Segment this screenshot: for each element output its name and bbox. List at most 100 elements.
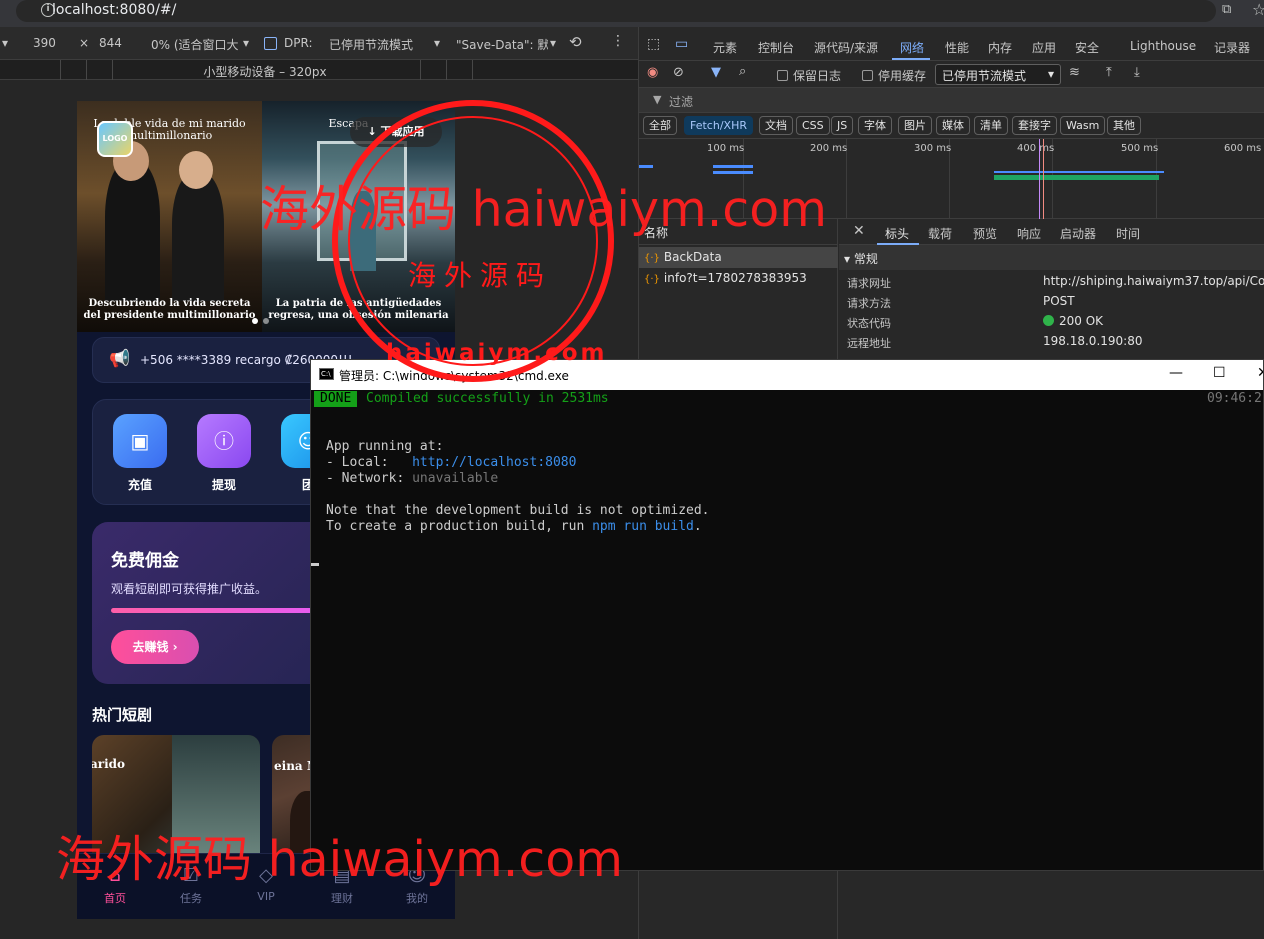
throttle-select[interactable]: 已停用节流模式 ▾ xyxy=(935,64,1061,85)
header-key: 远程地址 xyxy=(847,337,891,350)
browser-address-bar: i localhost:8080/#/ ⧉ ☆ xyxy=(0,0,1264,27)
more-options-icon[interactable]: ⋮ xyxy=(611,33,625,49)
recharge-label: 充值 xyxy=(127,478,152,492)
dpr-label[interactable]: DPR: xyxy=(284,36,313,50)
request-row[interactable]: {·} info?t=1780278383953 xyxy=(639,268,838,289)
filter-icon[interactable]: ▼ xyxy=(711,65,721,80)
header-key: 请求网址 xyxy=(847,277,891,290)
export-icon[interactable]: ⤓ xyxy=(1134,65,1140,80)
close-icon[interactable]: ✕ xyxy=(853,223,865,239)
tab-initiator[interactable]: 启动器 xyxy=(1060,225,1096,242)
type-filter-other[interactable]: 其他 xyxy=(1107,116,1141,135)
throttle-dropdown-icon: ▾ xyxy=(434,36,441,50)
devtools-tab-bar: ⬚ ▭ 元素 控制台 源代码/来源 网络 性能 内存 应用 安全 Lightho… xyxy=(639,27,1264,61)
type-filter-font[interactable]: 字体 xyxy=(858,116,892,135)
type-filter-media[interactable]: 媒体 xyxy=(936,116,970,135)
tab-label: 理财 xyxy=(331,892,353,905)
preserve-log-checkbox[interactable]: 保留日志 xyxy=(777,67,841,84)
type-filter-manifest[interactable]: 清单 xyxy=(974,116,1008,135)
tab-elements[interactable]: 元素 xyxy=(713,39,737,56)
tab-headers[interactable]: 标头 xyxy=(885,225,909,242)
import-icon[interactable]: ⤒ xyxy=(1106,65,1112,80)
detail-tab-bar: ✕ 标头 载荷 预览 响应 启动器 时间 xyxy=(839,219,1264,245)
save-data-dropdown-icon: ▾ xyxy=(550,36,557,50)
zoom-select[interactable]: 0% (适合窗口大 xyxy=(151,36,244,53)
type-filter-css[interactable]: CSS xyxy=(796,116,830,135)
timeline-label: 500 ms xyxy=(1121,143,1159,154)
tab-lighthouse[interactable]: Lighthouse xyxy=(1130,39,1196,53)
save-data-select[interactable]: "Save-Data": 默 xyxy=(456,36,548,53)
preserve-log-label: 保留日志 xyxy=(793,69,842,83)
recharge-button[interactable]: ▣ xyxy=(113,414,167,468)
tab-memory[interactable]: 内存 xyxy=(988,39,1012,56)
figure-woman-face xyxy=(179,151,213,189)
tab-network[interactable]: 网络 xyxy=(900,39,924,56)
tab-console[interactable]: 控制台 xyxy=(758,39,794,56)
width-field[interactable]: 390 xyxy=(33,36,56,50)
request-row[interactable]: {·} BackData xyxy=(639,247,838,268)
type-filter-socket[interactable]: 套接字 xyxy=(1012,116,1057,135)
tab-performance[interactable]: 性能 xyxy=(945,39,969,56)
tab-security[interactable]: 安全 xyxy=(1075,39,1099,56)
close-button[interactable]: ✕ xyxy=(1257,365,1263,381)
timeline-bar xyxy=(713,165,753,168)
inspect-icon[interactable]: ⬚ xyxy=(647,36,660,52)
promo-description: 观看短剧即可获得推广收益。 xyxy=(111,582,268,596)
device-toggle-icon[interactable]: ▭ xyxy=(675,36,688,52)
record-icon[interactable]: ◉ xyxy=(647,65,658,80)
type-filter-all[interactable]: 全部 xyxy=(643,116,677,135)
url-box[interactable]: i localhost:8080/#/ xyxy=(16,0,1216,22)
general-section-header[interactable]: ▾ 常规 xyxy=(839,245,1264,270)
tab-response[interactable]: 响应 xyxy=(1017,225,1041,242)
device-size-label: 小型移动设备 – 320px xyxy=(203,65,327,79)
timeline-bar xyxy=(994,171,1164,173)
checkbox-icon xyxy=(777,70,788,81)
type-filter-wasm[interactable]: Wasm xyxy=(1060,116,1106,135)
tab-timing[interactable]: 时间 xyxy=(1116,225,1140,242)
minimize-button[interactable]: — xyxy=(1169,365,1183,381)
info-icon: ⓘ xyxy=(214,429,234,453)
withdraw-button[interactable]: ⓘ xyxy=(197,414,251,468)
search-icon[interactable]: ⌕ xyxy=(739,64,746,79)
device-dropdown-icon[interactable]: ▾ xyxy=(2,36,8,50)
header-value: 200 OK xyxy=(1043,314,1103,328)
type-filter-js[interactable]: JS xyxy=(831,116,854,135)
earn-button[interactable]: 去赚钱 › xyxy=(111,630,199,664)
carousel-dot[interactable] xyxy=(263,318,269,324)
watermark-seal-inner-ring xyxy=(348,116,598,366)
type-filter-xhr[interactable]: Fetch/XHR xyxy=(684,116,753,135)
tab-preview[interactable]: 预览 xyxy=(973,225,997,242)
device-toolbar: ▾ 390 × 844 0% (适合窗口大 ▾ DPR: 已停用节流模式 ▾ "… xyxy=(0,27,638,60)
filter-row: ▼ 过滤 xyxy=(639,88,1264,113)
tab-label: 我的 xyxy=(406,892,428,905)
maximize-button[interactable]: ☐ xyxy=(1213,365,1226,381)
network-throttle-select[interactable]: 已停用节流模式 xyxy=(329,36,413,53)
bookmark-star-icon[interactable]: ☆ xyxy=(1252,0,1264,19)
type-filter-img[interactable]: 图片 xyxy=(898,116,932,135)
tab-payload[interactable]: 载荷 xyxy=(928,225,952,242)
throttle-value: 已停用节流模式 xyxy=(942,69,1027,83)
header-key: 请求方法 xyxy=(847,297,891,310)
network-conditions-icon[interactable]: ≋ xyxy=(1069,65,1080,80)
translate-icon[interactable]: ⧉ xyxy=(1222,2,1231,17)
type-filter-doc[interactable]: 文档 xyxy=(759,116,793,135)
height-field[interactable]: 844 xyxy=(99,36,122,50)
tab-recorder[interactable]: 记录器 xyxy=(1214,39,1250,56)
app-logo: LOGO xyxy=(97,121,133,157)
tab-sources[interactable]: 源代码/来源 xyxy=(814,39,878,56)
disable-cache-checkbox[interactable]: 停用缓存 xyxy=(862,67,926,84)
clear-icon[interactable]: ⊘ xyxy=(673,65,684,80)
figure-man xyxy=(105,161,160,301)
request-type-filters: 全部 Fetch/XHR 文档 CSS JS 字体 图片 媒体 清单 套接字 W… xyxy=(639,113,1264,139)
console-line: To create a production build, run npm ru… xyxy=(326,519,702,535)
cmd-window[interactable]: C:\ 管理员: C:\windows\system32\cmd.exe — ☐… xyxy=(310,359,1264,871)
rotate-icon[interactable]: ⟲ xyxy=(569,33,582,51)
filter-input[interactable]: 过滤 xyxy=(669,93,693,110)
funnel-icon: ▼ xyxy=(653,93,662,106)
request-name: info?t=1780278383953 xyxy=(663,271,807,285)
local-url[interactable]: http://localhost:8080 xyxy=(412,455,576,470)
url-text[interactable]: localhost:8080/#/ xyxy=(52,2,176,18)
tab-application[interactable]: 应用 xyxy=(1032,39,1056,56)
carousel-dot-active[interactable] xyxy=(252,318,258,324)
tab-label: 任务 xyxy=(180,892,202,905)
